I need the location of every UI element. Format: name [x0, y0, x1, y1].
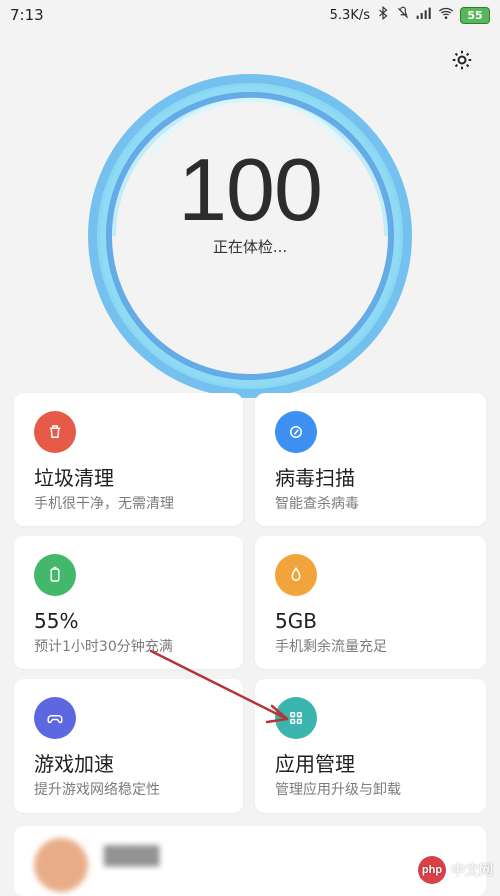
- card-app-management[interactable]: 应用管理 管理应用升级与卸载: [255, 679, 486, 813]
- watermark-text: 中文网: [451, 863, 493, 879]
- card-title: 游戏加速: [34, 752, 114, 776]
- card-subtitle: 手机剩余流量充足: [275, 639, 387, 655]
- gamepad-icon: [34, 697, 76, 739]
- drop-icon: [275, 554, 317, 596]
- score-value: 100: [178, 140, 323, 239]
- health-ring: 100 正在体检...: [84, 70, 416, 402]
- watermark: php 中文网: [418, 856, 500, 884]
- card-data-usage[interactable]: 5GB 手机剩余流量充足: [255, 536, 486, 669]
- shield-check-icon: [275, 411, 317, 453]
- battery-icon: [34, 554, 76, 596]
- card-title: 应用管理: [275, 752, 355, 776]
- status-right: 5.3K/s 55: [329, 5, 490, 24]
- grid-icon: [275, 697, 317, 739]
- card-virus-scan[interactable]: 病毒扫描 智能查杀病毒: [255, 393, 486, 526]
- card-junk-cleanup[interactable]: 垃圾清理 手机很干净，无需清理: [14, 393, 243, 526]
- php-logo-icon: php: [418, 856, 446, 884]
- card-title: 55%: [34, 609, 79, 633]
- card-title: 垃圾清理: [34, 466, 114, 490]
- battery-text: 55: [467, 8, 483, 22]
- trash-icon: [34, 411, 76, 453]
- card-subtitle: 预计1小时30分钟充满: [34, 639, 173, 655]
- card-subtitle: 智能查杀病毒: [275, 496, 359, 512]
- gear-icon: [450, 48, 474, 76]
- network-speed-text: 5.3K/s: [329, 7, 370, 23]
- card-title: 病毒扫描: [275, 466, 355, 490]
- blurred-bottom-card[interactable]: ████: [14, 826, 486, 896]
- battery-level: 55: [460, 6, 490, 24]
- silent-icon: [396, 6, 410, 24]
- time-text: 7:13: [10, 6, 44, 24]
- card-game-boost[interactable]: 游戏加速 提升游戏网络稳定性: [14, 679, 243, 813]
- card-subtitle: 手机很干净，无需清理: [34, 496, 174, 512]
- card-battery[interactable]: 55% 预计1小时30分钟充满: [14, 536, 243, 669]
- status-bar: 7:13 5.3K/s 55: [0, 0, 500, 30]
- signal-icon: [416, 6, 432, 24]
- card-subtitle: 提升游戏网络稳定性: [34, 782, 160, 798]
- card-subtitle: 管理应用升级与卸载: [275, 782, 401, 798]
- settings-button[interactable]: [448, 48, 476, 76]
- wifi-icon: [438, 6, 454, 24]
- card-title: 5GB: [275, 609, 317, 633]
- bluetooth-icon: [376, 5, 390, 24]
- blurred-bottom-text: ████: [104, 846, 160, 867]
- score-status: 正在体检...: [212, 238, 288, 256]
